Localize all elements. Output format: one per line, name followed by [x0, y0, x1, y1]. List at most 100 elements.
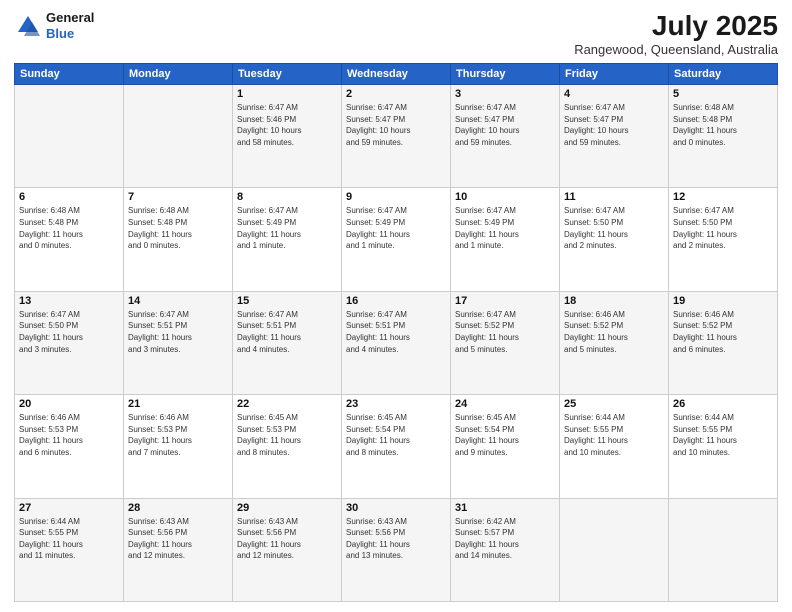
day-info-1-5: Sunrise: 6:47 AM Sunset: 5:50 PM Dayligh… [564, 205, 664, 251]
cell-0-5: 4Sunrise: 6:47 AM Sunset: 5:47 PM Daylig… [560, 85, 669, 188]
cell-3-6: 26Sunrise: 6:44 AM Sunset: 5:55 PM Dayli… [669, 395, 778, 498]
cell-1-0: 6 Sunrise: 6:48 AM Sunset: 5:48 PM Daylig… [15, 188, 124, 291]
cell-4-2: 29Sunrise: 6:43 AM Sunset: 5:56 PM Dayli… [233, 498, 342, 601]
month-title: July 2025 [574, 10, 778, 42]
day-info-2-6: Sunrise: 6:46 AM Sunset: 5:52 PM Dayligh… [673, 309, 773, 355]
day-num-4-1: 28 [128, 502, 228, 514]
col-thursday: Thursday [451, 64, 560, 85]
day-num-2-2: 15 [237, 295, 337, 307]
cell-2-2: 15 Sunrise: 6:47 AM Sunset: 5:51 PM Dayli… [233, 291, 342, 394]
day-num-3-0: 20 [19, 398, 119, 410]
day-num-1-3: 9 [346, 191, 446, 203]
cell-3-1: 21 Sunrise: 6:46 AM Sunset: 5:53 PM Dayli… [124, 395, 233, 498]
calendar-header: Sunday Monday Tuesday Wednesday Thursday… [15, 64, 778, 85]
logo-line1: General [46, 10, 94, 26]
day-info-1-0: Sunrise: 6:48 AM Sunset: 5:48 PM Dayligh… [19, 205, 119, 251]
day-info-2-0: Sunrise: 6:47 AM Sunset: 5:50 PM Dayligh… [19, 309, 119, 355]
cell-3-5: 25 Sunrise: 6:44 AM Sunset: 5:55 PM Dayli… [560, 395, 669, 498]
day-num-2-4: 17 [455, 295, 555, 307]
day-num-3-6: 26 [673, 398, 773, 410]
day-info-2-5: Sunrise: 6:46 AM Sunset: 5:52 PM Dayligh… [564, 309, 664, 355]
day-num-3-5: 25 [564, 398, 664, 410]
col-tuesday: Tuesday [233, 64, 342, 85]
week-row-3: 20 Sunrise: 6:46 AM Sunset: 5:53 PM Dayli… [15, 395, 778, 498]
week-row-0: 1 Sunrise: 6:47 AM Sunset: 5:46 PM Daylig… [15, 85, 778, 188]
day-info-3-4: Sunrise: 6:45 AM Sunset: 5:54 PM Dayligh… [455, 412, 555, 458]
logo-line2: Blue [46, 26, 94, 42]
day-num-0-5: 4 [564, 88, 664, 100]
cell-4-6 [669, 498, 778, 601]
day-info-2-4: Sunrise: 6:47 AM Sunset: 5:52 PM Dayligh… [455, 309, 555, 355]
cell-0-2: 1 Sunrise: 6:47 AM Sunset: 5:46 PM Daylig… [233, 85, 342, 188]
day-info-0-4: Sunrise: 6:47 AM Sunset: 5:47 PM Dayligh… [455, 102, 555, 148]
cell-0-6: 5Sunrise: 6:48 AM Sunset: 5:48 PM Daylig… [669, 85, 778, 188]
day-info-2-2: Sunrise: 6:47 AM Sunset: 5:51 PM Dayligh… [237, 309, 337, 355]
day-num-1-1: 7 [128, 191, 228, 203]
cell-0-3: 2Sunrise: 6:47 AM Sunset: 5:47 PM Daylig… [342, 85, 451, 188]
logo-icon [14, 12, 42, 40]
day-info-3-1: Sunrise: 6:46 AM Sunset: 5:53 PM Dayligh… [128, 412, 228, 458]
week-row-2: 13 Sunrise: 6:47 AM Sunset: 5:50 PM Dayli… [15, 291, 778, 394]
cell-0-1 [124, 85, 233, 188]
day-info-4-1: Sunrise: 6:43 AM Sunset: 5:56 PM Dayligh… [128, 516, 228, 562]
cell-2-3: 16 Sunrise: 6:47 AM Sunset: 5:51 PM Dayli… [342, 291, 451, 394]
day-num-4-3: 30 [346, 502, 446, 514]
day-info-4-3: Sunrise: 6:43 AM Sunset: 5:56 PM Dayligh… [346, 516, 446, 562]
day-num-1-5: 11 [564, 191, 664, 203]
day-num-1-0: 6 [19, 191, 119, 203]
day-num-0-2: 1 [237, 88, 337, 100]
day-info-1-1: Sunrise: 6:48 AM Sunset: 5:48 PM Dayligh… [128, 205, 228, 251]
cell-1-2: 8 Sunrise: 6:47 AM Sunset: 5:49 PM Daylig… [233, 188, 342, 291]
day-num-3-4: 24 [455, 398, 555, 410]
day-num-2-3: 16 [346, 295, 446, 307]
cell-3-2: 22 Sunrise: 6:45 AM Sunset: 5:53 PM Dayli… [233, 395, 342, 498]
cell-4-5 [560, 498, 669, 601]
day-info-3-5: Sunrise: 6:44 AM Sunset: 5:55 PM Dayligh… [564, 412, 664, 458]
cell-1-6: 12 Sunrise: 6:47 AM Sunset: 5:50 PM Dayli… [669, 188, 778, 291]
day-num-0-4: 3 [455, 88, 555, 100]
calendar-body: 1 Sunrise: 6:47 AM Sunset: 5:46 PM Daylig… [15, 85, 778, 602]
day-info-4-4: Sunrise: 6:42 AM Sunset: 5:57 PM Dayligh… [455, 516, 555, 562]
day-num-2-1: 14 [128, 295, 228, 307]
day-num-2-6: 19 [673, 295, 773, 307]
week-row-4: 27Sunrise: 6:44 AM Sunset: 5:55 PM Dayli… [15, 498, 778, 601]
day-info-1-6: Sunrise: 6:47 AM Sunset: 5:50 PM Dayligh… [673, 205, 773, 251]
day-info-1-4: Sunrise: 6:47 AM Sunset: 5:49 PM Dayligh… [455, 205, 555, 251]
col-saturday: Saturday [669, 64, 778, 85]
header-row: Sunday Monday Tuesday Wednesday Thursday… [15, 64, 778, 85]
cell-3-0: 20 Sunrise: 6:46 AM Sunset: 5:53 PM Dayli… [15, 395, 124, 498]
page: General Blue July 2025 Rangewood, Queens… [0, 0, 792, 612]
day-num-1-6: 12 [673, 191, 773, 203]
cell-4-0: 27Sunrise: 6:44 AM Sunset: 5:55 PM Dayli… [15, 498, 124, 601]
col-sunday: Sunday [15, 64, 124, 85]
day-info-3-2: Sunrise: 6:45 AM Sunset: 5:53 PM Dayligh… [237, 412, 337, 458]
day-num-3-2: 22 [237, 398, 337, 410]
day-num-4-2: 29 [237, 502, 337, 514]
day-num-3-1: 21 [128, 398, 228, 410]
day-info-2-1: Sunrise: 6:47 AM Sunset: 5:51 PM Dayligh… [128, 309, 228, 355]
header: General Blue July 2025 Rangewood, Queens… [14, 10, 778, 57]
calendar-table: Sunday Monday Tuesday Wednesday Thursday… [14, 63, 778, 602]
day-info-3-3: Sunrise: 6:45 AM Sunset: 5:54 PM Dayligh… [346, 412, 446, 458]
day-num-1-4: 10 [455, 191, 555, 203]
day-info-0-2: Sunrise: 6:47 AM Sunset: 5:46 PM Dayligh… [237, 102, 337, 148]
day-num-0-3: 2 [346, 88, 446, 100]
day-num-3-3: 23 [346, 398, 446, 410]
cell-2-0: 13 Sunrise: 6:47 AM Sunset: 5:50 PM Dayli… [15, 291, 124, 394]
day-info-1-2: Sunrise: 6:47 AM Sunset: 5:49 PM Dayligh… [237, 205, 337, 251]
day-num-1-2: 8 [237, 191, 337, 203]
cell-2-6: 19 Sunrise: 6:46 AM Sunset: 5:52 PM Dayli… [669, 291, 778, 394]
day-info-1-3: Sunrise: 6:47 AM Sunset: 5:49 PM Dayligh… [346, 205, 446, 251]
day-num-2-0: 13 [19, 295, 119, 307]
cell-1-3: 9 Sunrise: 6:47 AM Sunset: 5:49 PM Daylig… [342, 188, 451, 291]
day-num-4-4: 31 [455, 502, 555, 514]
cell-1-5: 11 Sunrise: 6:47 AM Sunset: 5:50 PM Dayli… [560, 188, 669, 291]
logo: General Blue [14, 10, 94, 41]
day-info-2-3: Sunrise: 6:47 AM Sunset: 5:51 PM Dayligh… [346, 309, 446, 355]
day-info-3-0: Sunrise: 6:46 AM Sunset: 5:53 PM Dayligh… [19, 412, 119, 458]
cell-2-4: 17 Sunrise: 6:47 AM Sunset: 5:52 PM Dayli… [451, 291, 560, 394]
week-row-1: 6 Sunrise: 6:48 AM Sunset: 5:48 PM Daylig… [15, 188, 778, 291]
col-monday: Monday [124, 64, 233, 85]
cell-1-1: 7 Sunrise: 6:48 AM Sunset: 5:48 PM Daylig… [124, 188, 233, 291]
day-num-0-6: 5 [673, 88, 773, 100]
